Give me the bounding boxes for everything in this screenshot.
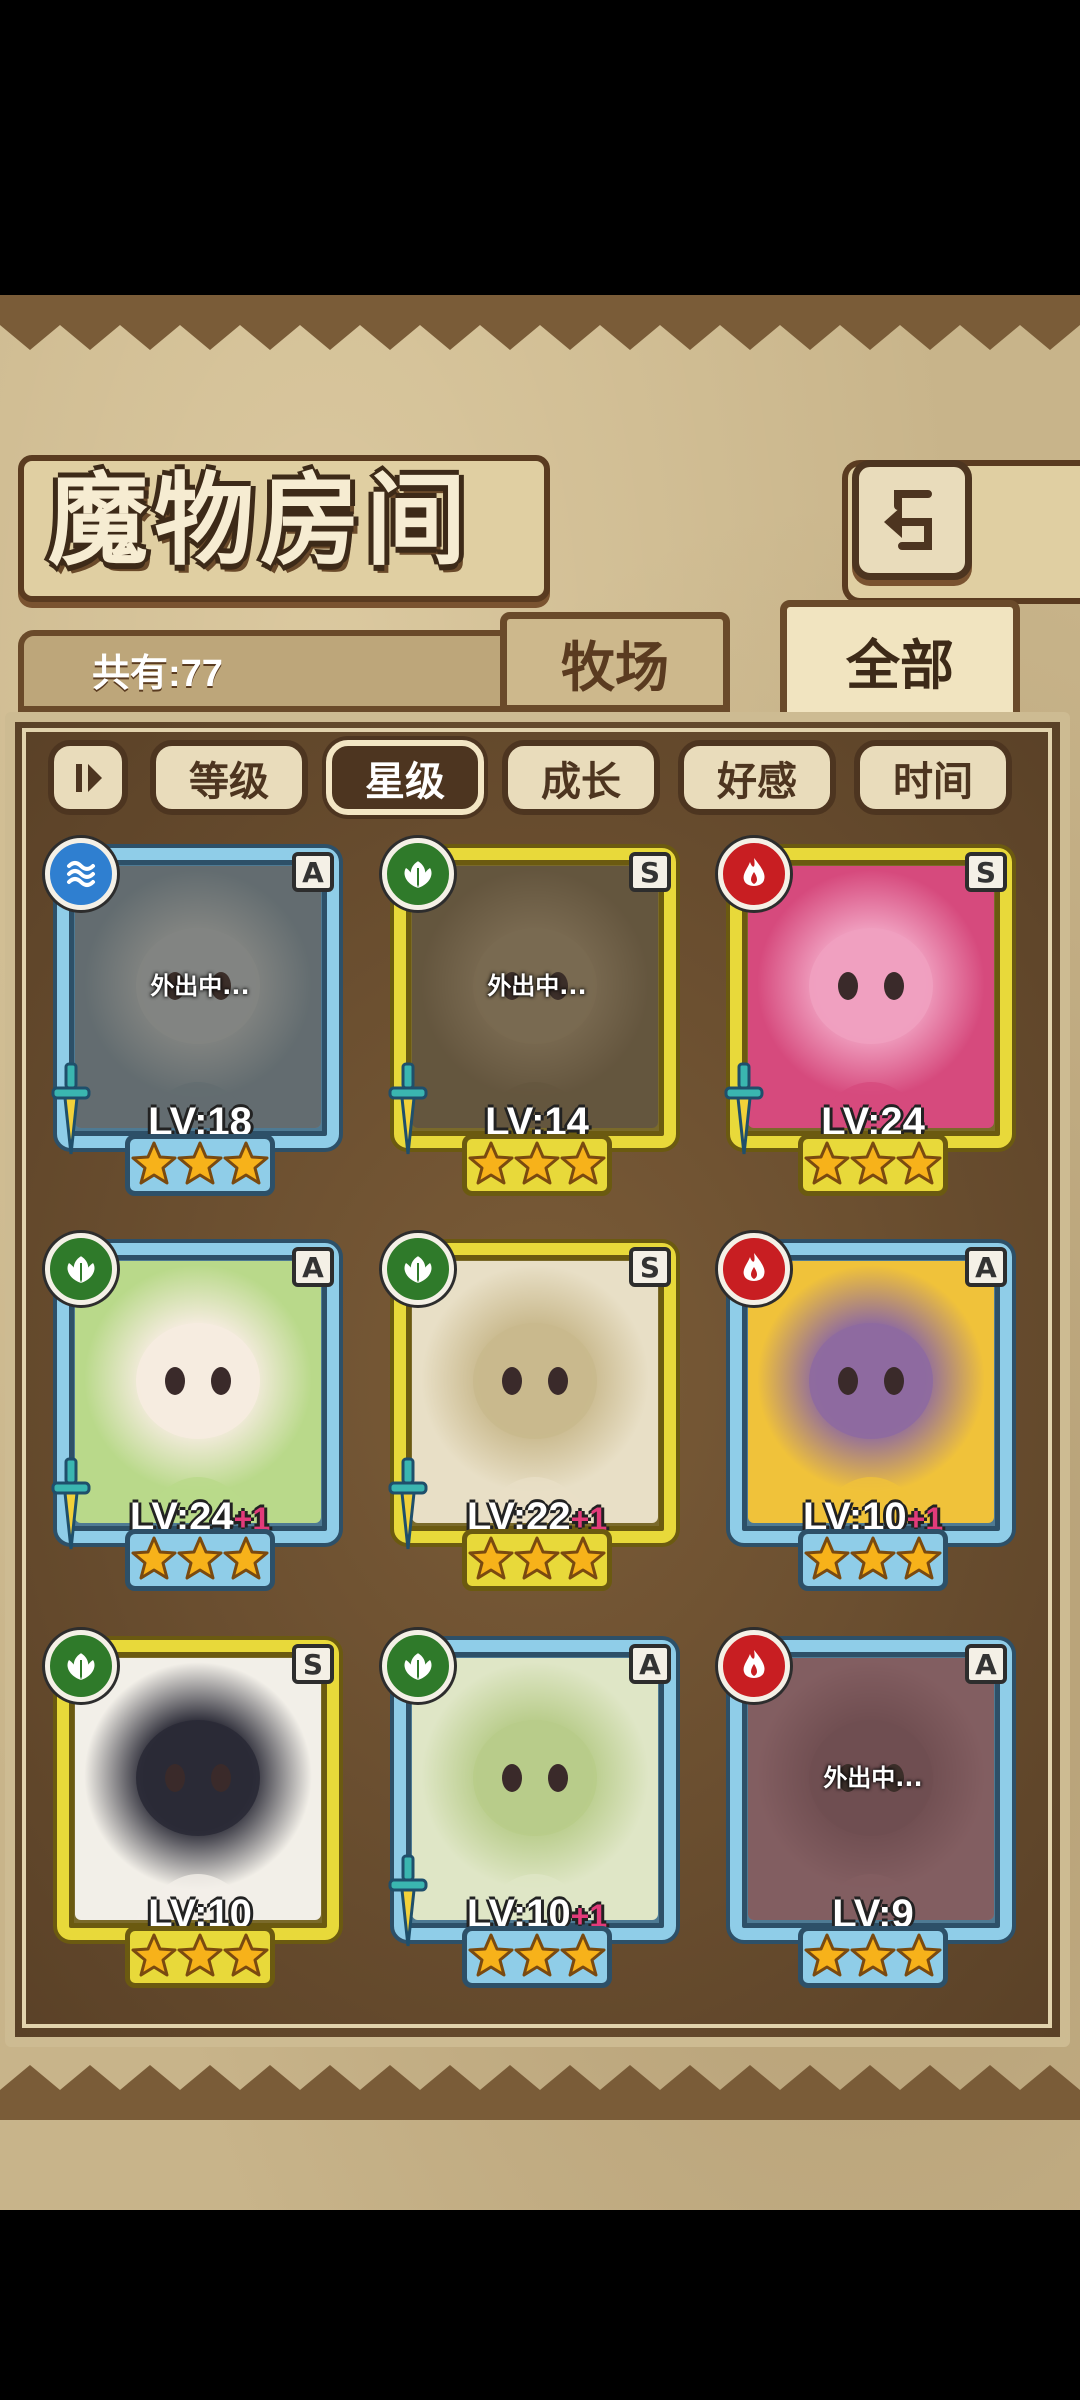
rank-badge: S <box>292 1644 334 1684</box>
monster-card[interactable]: S LV:24 <box>718 838 1023 1198</box>
star-icon <box>804 1140 850 1186</box>
star-icon <box>896 1140 942 1186</box>
star-icon <box>223 1535 269 1581</box>
star-icon <box>804 1535 850 1581</box>
star-icon <box>468 1535 514 1581</box>
star-icon <box>850 1535 896 1581</box>
monster-card[interactable]: S LV:10 <box>45 1630 350 1990</box>
monster-portrait <box>75 1261 321 1523</box>
monster-card[interactable]: S LV:22+1 <box>382 1233 687 1593</box>
bottom-zigzag-border <box>0 2065 1080 2120</box>
tab-all[interactable]: 全部 <box>780 600 1020 720</box>
sort-growth-button[interactable]: 成长 <box>502 740 660 815</box>
sort-affection-button[interactable]: 好感 <box>678 740 836 815</box>
monster-portrait <box>748 1261 994 1523</box>
leaf-element-icon <box>45 1233 117 1305</box>
monster-card[interactable]: A LV:10+1 <box>718 1233 1023 1593</box>
leaf-element-icon <box>45 1630 117 1702</box>
monster-card[interactable]: A 外出中... LV:18 <box>45 838 350 1198</box>
fire-element-icon <box>718 1233 790 1305</box>
page-title: 魔物房间 <box>48 461 472 579</box>
star-icon <box>514 1140 560 1186</box>
top-zigzag-border <box>0 295 1080 350</box>
rank-badge: A <box>292 1247 334 1287</box>
star-icon <box>850 1932 896 1978</box>
rank-badge: S <box>965 852 1007 892</box>
star-icon <box>131 1535 177 1581</box>
monster-portrait <box>412 1261 658 1523</box>
leaf-element-icon <box>382 1233 454 1305</box>
sort-time-button[interactable]: 时间 <box>854 740 1012 815</box>
rank-badge: A <box>965 1247 1007 1287</box>
rank-badge: A <box>292 852 334 892</box>
star-icon <box>804 1932 850 1978</box>
leaf-element-icon <box>382 1630 454 1702</box>
sort-level-button[interactable]: 等级 <box>150 740 308 815</box>
star-icon <box>560 1140 606 1186</box>
monster-portrait <box>748 866 994 1128</box>
star-icon <box>514 1932 560 1978</box>
tab-ranch[interactable]: 牧场 <box>500 612 730 712</box>
rank-badge: S <box>629 852 671 892</box>
monster-card[interactable]: A 外出中... LV:9 <box>718 1630 1023 1990</box>
star-icon <box>468 1140 514 1186</box>
star-icon <box>468 1932 514 1978</box>
star-icon <box>223 1140 269 1186</box>
sort-star-button[interactable]: 星级 <box>326 740 484 815</box>
star-icon <box>560 1535 606 1581</box>
rank-badge: A <box>629 1644 671 1684</box>
away-status: 外出中... <box>487 972 587 1000</box>
star-icon <box>177 1932 223 1978</box>
fire-element-icon <box>718 1630 790 1702</box>
monster-card[interactable]: A LV:10+1 <box>382 1630 687 1990</box>
leaf-element-icon <box>382 838 454 910</box>
star-icon <box>177 1140 223 1186</box>
rank-badge: A <box>965 1644 1007 1684</box>
star-icon <box>560 1932 606 1978</box>
rank-badge: S <box>629 1247 671 1287</box>
away-status: 外出中... <box>150 972 250 1000</box>
fire-element-icon <box>718 838 790 910</box>
star-icon <box>514 1535 560 1581</box>
star-icon <box>850 1140 896 1186</box>
back-button[interactable] <box>852 460 972 580</box>
monster-portrait <box>412 1658 658 1920</box>
star-icon <box>223 1932 269 1978</box>
star-icon <box>177 1535 223 1581</box>
monster-count: 共有:77 <box>92 653 223 695</box>
back-arrow-icon <box>884 490 932 550</box>
star-icon <box>896 1535 942 1581</box>
star-icon <box>896 1932 942 1978</box>
star-icon <box>131 1140 177 1186</box>
water-element-icon <box>45 838 117 910</box>
sort-order-icon <box>76 763 102 792</box>
monster-card[interactable]: S 外出中... LV:14 <box>382 838 687 1198</box>
monster-card[interactable]: A LV:24+1 <box>45 1233 350 1593</box>
sort-order-toggle[interactable] <box>48 740 128 815</box>
away-status: 外出中... <box>823 1764 923 1792</box>
star-icon <box>131 1932 177 1978</box>
monster-portrait <box>75 1658 321 1920</box>
